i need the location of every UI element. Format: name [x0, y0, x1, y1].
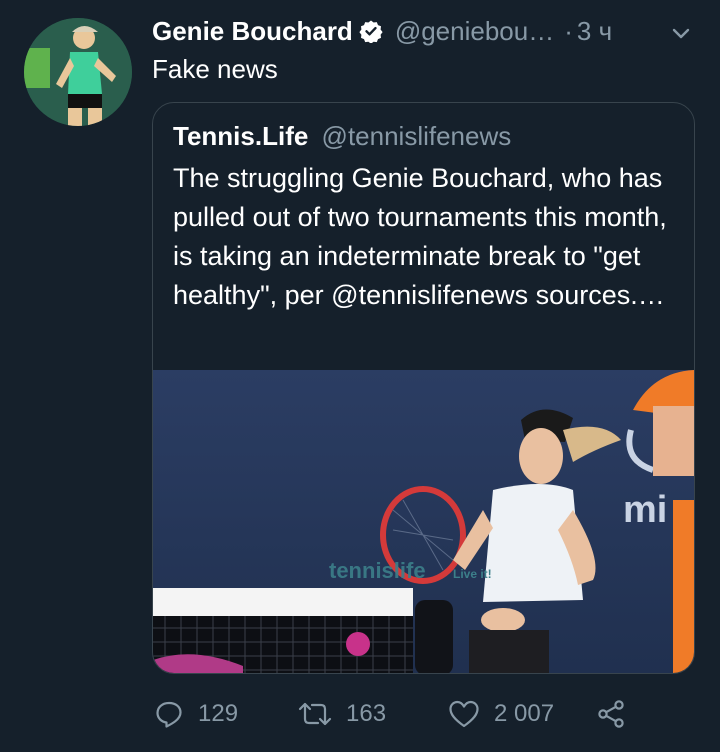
separator-dot: ·	[564, 15, 573, 46]
reply-icon	[154, 699, 184, 729]
chevron-down-icon[interactable]	[670, 22, 692, 44]
quoted-tweet-image[interactable]: mi tennislife Live it!	[153, 370, 694, 673]
tweet-text: Fake news	[152, 54, 278, 84]
retweet-icon	[298, 699, 332, 729]
share-button[interactable]	[596, 694, 626, 734]
like-count: 2 007	[494, 700, 555, 727]
author-avatar[interactable]	[24, 18, 132, 126]
reply-button[interactable]: 129	[154, 694, 238, 734]
verified-badge-icon	[359, 19, 383, 44]
quoted-tweet-card[interactable]: Tennis.Life @tennislifenews The struggli…	[152, 102, 695, 674]
author-handle[interactable]: @geniebou…	[395, 16, 554, 47]
reply-count: 129	[198, 700, 239, 727]
tweet-header: Genie Bouchard @geniebou… · 3 ч	[152, 14, 700, 48]
quoted-author-handle: @tennislifenews	[321, 121, 512, 151]
quoted-tweet-text: The struggling Genie Bouchard, who has p…	[173, 163, 667, 310]
media-watermark-tag: Live it!	[453, 567, 492, 581]
retweet-count: 163	[346, 700, 387, 727]
media-watermark-brand: tennislife	[329, 558, 426, 583]
tweet-actions: 129 163 2 007	[152, 694, 692, 734]
retweet-button[interactable]: 163	[298, 694, 386, 734]
like-button[interactable]: 2 007	[448, 694, 554, 734]
quoted-author-name: Tennis.Life	[173, 121, 309, 151]
share-icon	[596, 699, 626, 729]
tweet-timestamp[interactable]: 3 ч	[577, 16, 612, 47]
avatar-photo	[24, 18, 132, 126]
backdrop-banner-text: mi	[623, 489, 667, 531]
like-icon	[448, 699, 480, 729]
quoted-tweet-header: Tennis.Life @tennislifenews	[173, 121, 511, 152]
author-name[interactable]: Genie Bouchard	[152, 16, 353, 47]
